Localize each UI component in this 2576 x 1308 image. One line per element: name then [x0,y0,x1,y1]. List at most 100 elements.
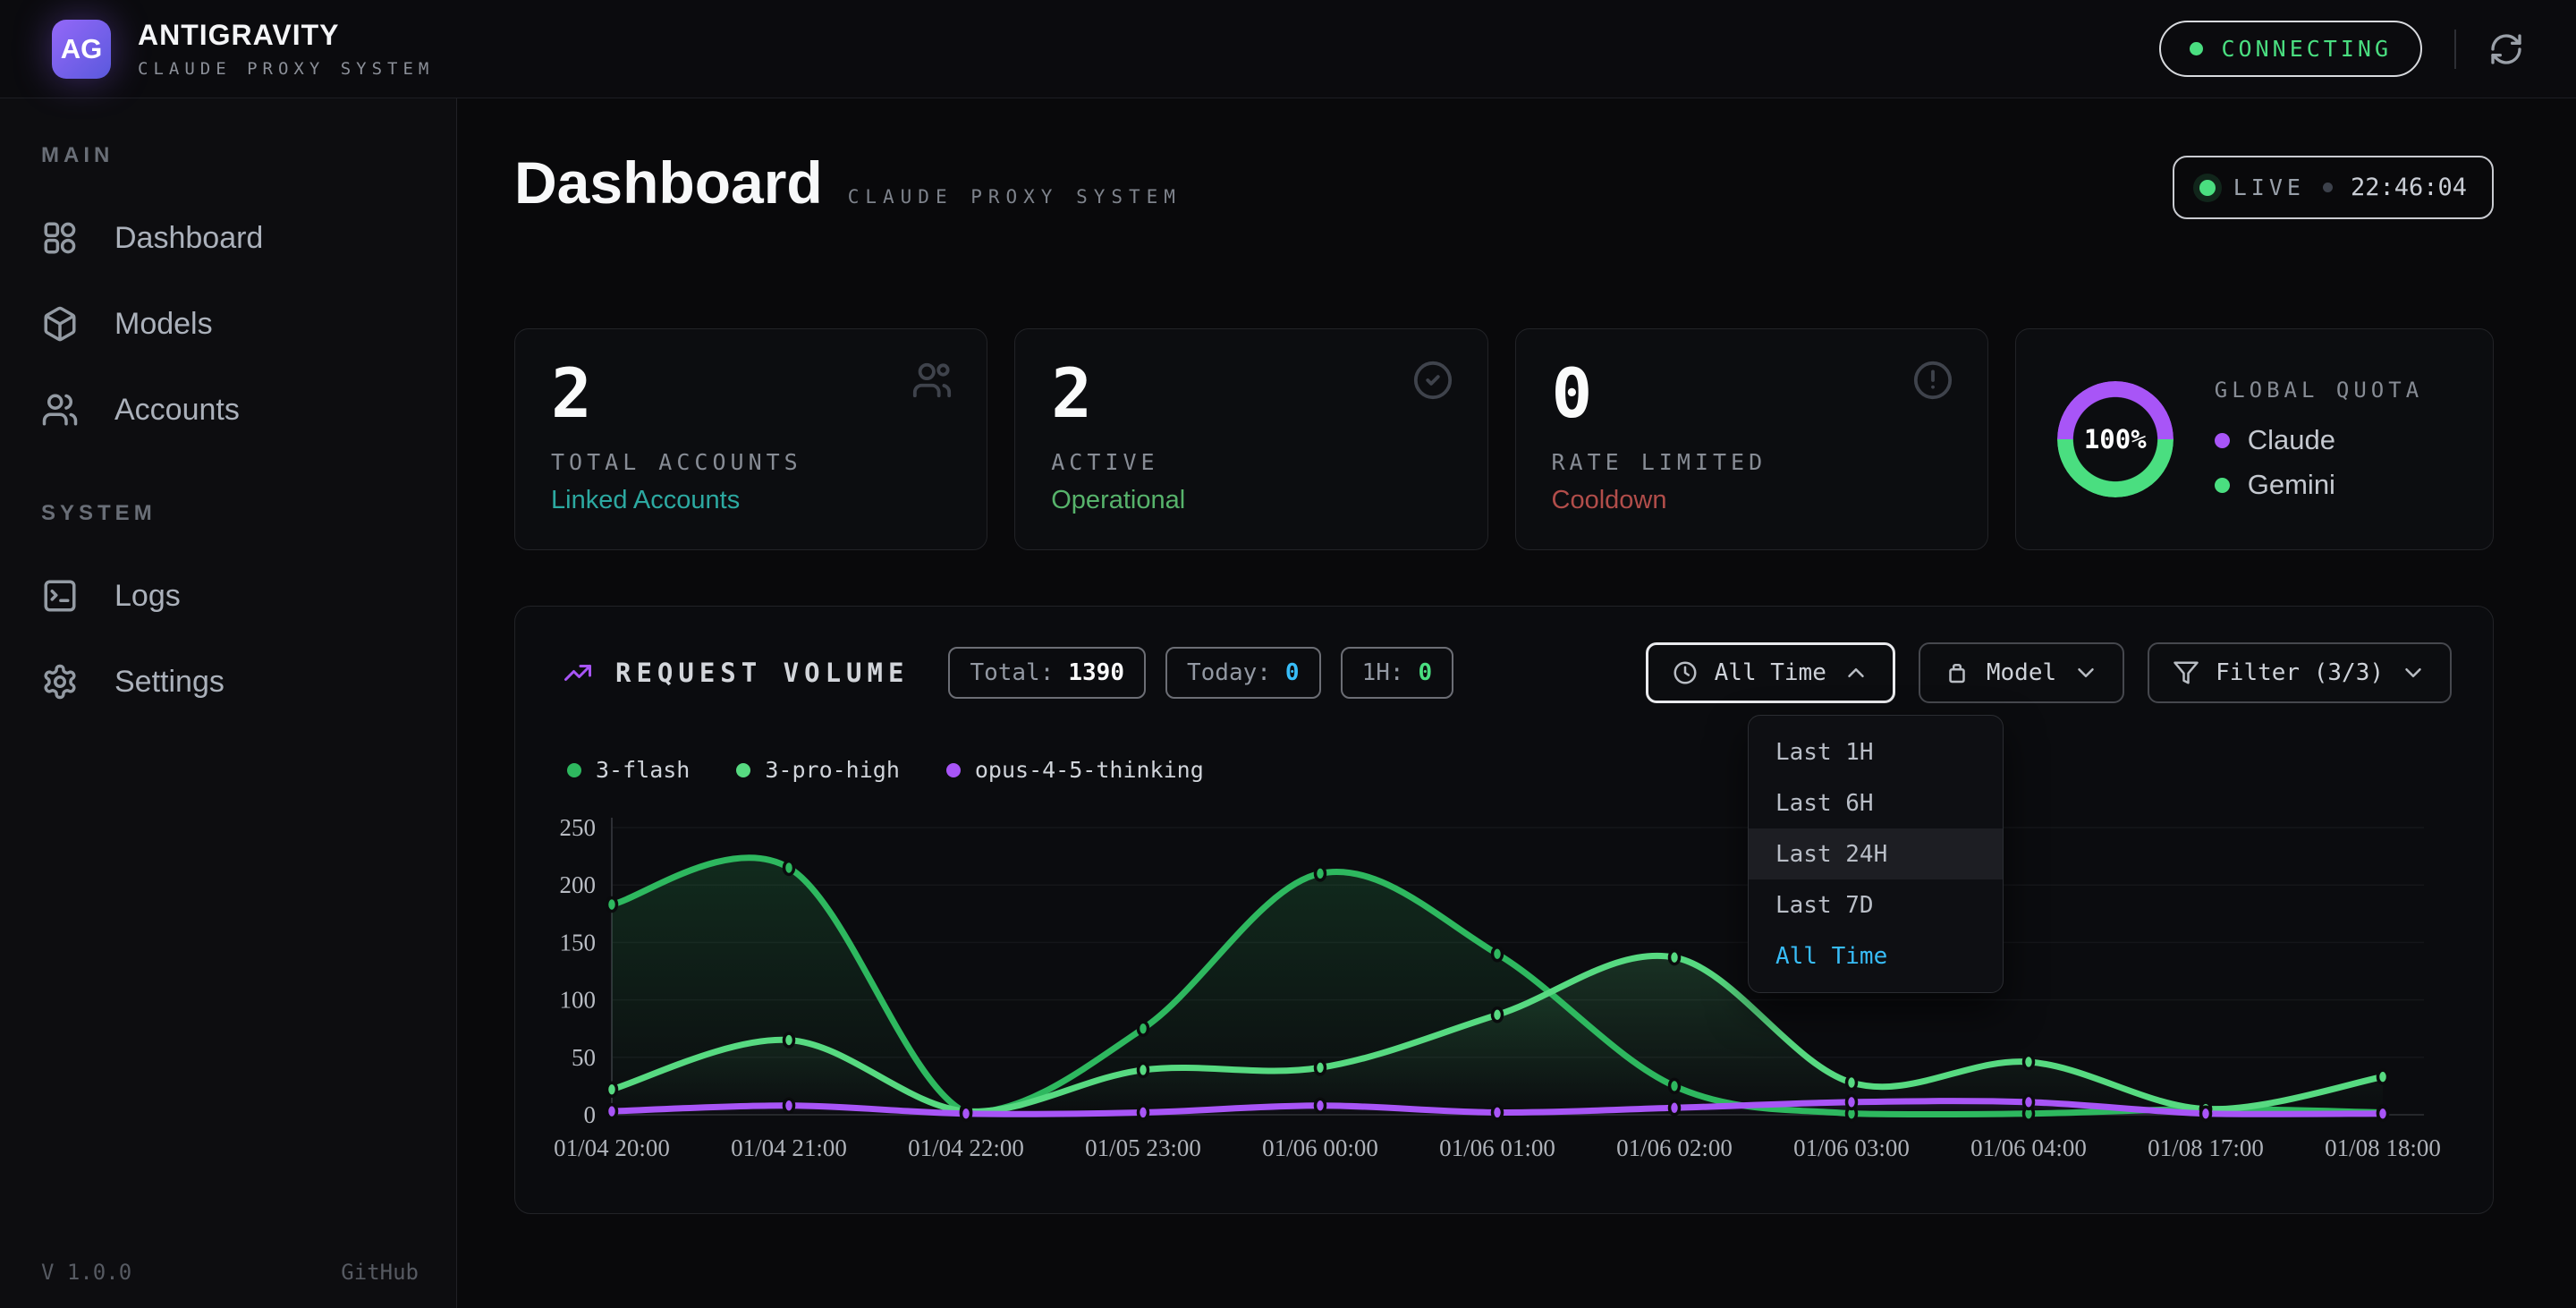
sidebar-item-label: Models [114,307,213,342]
users-icon [41,391,79,429]
trending-up-icon [562,657,594,689]
dropdown-item-last-1h[interactable]: Last 1H [1749,726,2003,777]
box-icon [1944,659,1970,686]
svg-text:01/06 00:00: 01/06 00:00 [1262,1134,1378,1161]
svg-text:200: 200 [560,871,597,898]
quota-percent: 100% [2057,381,2174,497]
svg-text:250: 250 [560,814,597,841]
refresh-button[interactable] [2488,31,2524,67]
filter-button[interactable]: Filter (3/3) [2148,642,2452,703]
live-dot-icon [2199,180,2216,196]
pill-value: 1390 [1068,659,1124,686]
quota-donut: 100% [2057,381,2174,497]
sidebar-section-main: MAIN [41,143,456,168]
sidebar-item-label: Accounts [114,393,240,428]
time-range-label: All Time [1715,659,1826,686]
svg-text:100: 100 [560,987,597,1014]
sidebar-item-models[interactable]: Models [41,281,456,367]
logo-text: AG [61,33,103,65]
card-subtext: Operational [1051,486,1451,515]
main-content: Dashboard CLAUDE PROXY SYSTEM LIVE 22:46… [457,98,2576,1308]
quota-legend-label: Gemini [2248,469,2335,501]
dot-separator-icon [2323,183,2333,192]
check-circle-icon [1412,360,1453,401]
stat-pill-today: Today: 0 [1165,647,1321,699]
svg-text:01/06 01:00: 01/06 01:00 [1439,1134,1555,1161]
card-label: TOTAL ACCOUNTS [551,449,951,475]
legend-item-opus[interactable]: opus-4-5-thinking [946,757,1204,783]
card-value: 0 [1552,356,1952,431]
series-dot-icon [567,763,581,777]
card-global-quota: 100% GLOBAL QUOTA Claude Gemini [2015,328,2494,550]
legend-label: opus-4-5-thinking [975,757,1204,783]
chevron-down-icon [2400,659,2427,686]
svg-text:0: 0 [584,1101,597,1128]
cube-icon [41,305,79,343]
stat-pill-total: Total: 1390 [948,647,1146,699]
legend-item-3-flash[interactable]: 3-flash [567,757,690,783]
grid-icon [41,219,79,257]
app-version: V 1.0.0 [41,1260,131,1285]
dropdown-item-last-7d[interactable]: Last 7D [1749,879,2003,930]
chart-legend: 3-flash 3-pro-high opus-4-5-thinking [567,757,1204,783]
svg-text:01/04 21:00: 01/04 21:00 [731,1134,847,1161]
series-dot-icon [736,763,750,777]
filter-label: Filter (3/3) [2216,659,2384,686]
svg-text:01/04 20:00: 01/04 20:00 [554,1134,670,1161]
time-range-button[interactable]: All Time [1646,642,1895,703]
chevron-down-icon [2072,659,2099,686]
quota-legend-label: Claude [2248,424,2335,456]
quota-legend-gemini: Gemini [2215,469,2423,501]
card-label: ACTIVE [1051,449,1451,475]
dropdown-item-last-24h[interactable]: Last 24H [1749,828,2003,879]
alert-circle-icon [1912,360,1953,401]
card-label: RATE LIMITED [1552,449,1952,475]
svg-text:01/04 22:00: 01/04 22:00 [908,1134,1024,1161]
card-value: 2 [551,356,951,431]
sidebar-item-accounts[interactable]: Accounts [41,367,456,453]
connection-status-badge: CONNECTING [2159,21,2422,77]
svg-text:01/06 04:00: 01/06 04:00 [1970,1134,2087,1161]
panel-title: REQUEST VOLUME [615,658,909,688]
pill-label: Today: [1187,659,1271,686]
pill-value: 0 [1285,659,1300,686]
svg-text:150: 150 [560,929,597,956]
legend-label: 3-pro-high [765,757,900,783]
clock-icon [1672,659,1699,686]
request-volume-chart: 0 50 100 150 200 250 01/04 20:00 01/04 21:00 01/… [537,800,2451,1193]
claude-dot-icon [2215,433,2230,448]
users-icon [911,360,953,401]
legend-item-3-pro-high[interactable]: 3-pro-high [736,757,900,783]
sidebar-item-dashboard[interactable]: Dashboard [41,195,456,281]
svg-text:01/06 03:00: 01/06 03:00 [1793,1134,1910,1161]
app-title: ANTIGRAVITY [138,19,434,52]
stat-pill-1h: 1H: 0 [1341,647,1454,699]
sidebar-item-label: Logs [114,579,181,614]
request-volume-panel: REQUEST VOLUME Total: 1390 Today: 0 1H: … [514,606,2494,1214]
github-link[interactable]: GitHub [341,1260,419,1285]
legend-label: 3-flash [596,757,690,783]
svg-text:01/05 23:00: 01/05 23:00 [1085,1134,1201,1161]
topbar-divider [2454,30,2456,69]
live-clock: 22:46:04 [2351,174,2467,201]
terminal-icon [41,577,79,615]
sidebar-section-system: SYSTEM [41,501,456,526]
card-total-accounts: 2 TOTAL ACCOUNTS Linked Accounts [514,328,987,550]
sidebar-item-settings[interactable]: Settings [41,639,456,725]
dropdown-item-all-time[interactable]: All Time [1749,930,2003,981]
quota-legend-claude: Claude [2215,424,2423,456]
model-filter-label: Model [1987,659,2056,686]
topbar: AG ANTIGRAVITY CLAUDE PROXY SYSTEM CONNE… [0,0,2576,98]
sidebar-item-logs[interactable]: Logs [41,553,456,639]
svg-text:50: 50 [572,1044,596,1071]
svg-text:01/08 17:00: 01/08 17:00 [2148,1134,2264,1161]
dropdown-item-last-6h[interactable]: Last 6H [1749,777,2003,828]
card-subtext: Linked Accounts [551,486,951,515]
app-subtitle: CLAUDE PROXY SYSTEM [138,59,434,79]
pill-value: 0 [1419,659,1433,686]
gemini-dot-icon [2215,478,2230,493]
model-filter-button[interactable]: Model [1919,642,2124,703]
chevron-up-icon [1843,659,1869,686]
card-rate-limited: 0 RATE LIMITED Cooldown [1515,328,1988,550]
app-logo: AG [52,20,111,79]
